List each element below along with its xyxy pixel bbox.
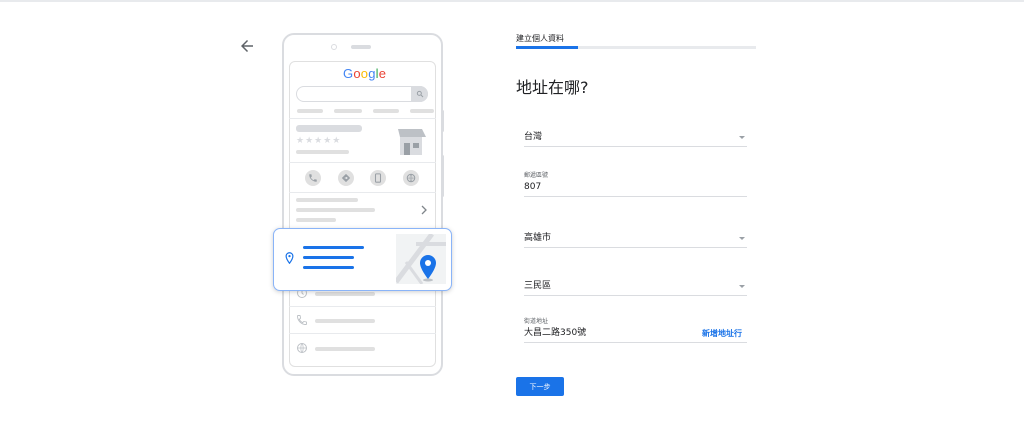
logo-letter: o bbox=[353, 66, 361, 81]
search-icon bbox=[416, 90, 424, 98]
globe-icon bbox=[406, 173, 416, 183]
phone-call-button bbox=[305, 170, 321, 186]
map-thumbnail bbox=[396, 234, 446, 284]
phone-tab-placeholder bbox=[410, 109, 434, 113]
top-border bbox=[0, 0, 1024, 2]
phone-text-placeholder bbox=[315, 292, 375, 296]
phone-tab-placeholder bbox=[334, 109, 362, 113]
phone-text-placeholder bbox=[296, 218, 336, 222]
card-address-line bbox=[303, 266, 354, 269]
map-pin-icon bbox=[420, 255, 436, 282]
globe-icon bbox=[297, 343, 307, 353]
phone-camera bbox=[331, 44, 337, 50]
phone-website-button bbox=[403, 170, 419, 186]
phone-divider bbox=[289, 118, 436, 119]
next-button[interactable]: 下一步 bbox=[516, 377, 564, 396]
phone-tab-placeholder bbox=[373, 109, 399, 113]
phone-text-placeholder bbox=[315, 319, 375, 323]
step-label: 建立個人資料 bbox=[516, 34, 564, 43]
phone-text-placeholder bbox=[296, 198, 358, 202]
logo-letter: g bbox=[368, 66, 376, 81]
country-value: 台灣 bbox=[524, 132, 543, 142]
progress-fill bbox=[516, 46, 579, 49]
mobile-icon bbox=[374, 173, 382, 183]
phone-icon bbox=[297, 315, 307, 325]
district-value: 三民區 bbox=[524, 281, 552, 291]
location-pin-icon bbox=[285, 252, 294, 264]
back-arrow-icon[interactable] bbox=[238, 37, 256, 55]
logo-letter: G bbox=[343, 66, 354, 81]
dropdown-arrow-icon bbox=[739, 237, 745, 240]
dropdown-arrow-icon bbox=[739, 136, 745, 139]
phone-speaker bbox=[351, 45, 371, 49]
phone-divider bbox=[289, 162, 436, 163]
phone-divider bbox=[289, 192, 436, 193]
phone-side-button bbox=[441, 155, 444, 197]
city-select[interactable]: 高雄市 bbox=[524, 224, 747, 248]
phone-divider bbox=[289, 333, 436, 334]
phone-search-button bbox=[411, 86, 428, 102]
district-select[interactable]: 三民區 bbox=[524, 272, 747, 296]
add-address-line-link[interactable]: 新增地址行 bbox=[702, 328, 742, 339]
phone-rating-stars: ★★★★★ bbox=[296, 136, 342, 146]
directions-icon bbox=[341, 173, 351, 183]
phone-text-placeholder bbox=[315, 347, 375, 351]
phone-mobile-button bbox=[370, 170, 386, 186]
phone-side-button bbox=[441, 110, 444, 132]
phone-directions-button bbox=[338, 170, 354, 186]
dropdown-arrow-icon bbox=[739, 285, 745, 288]
phone-tab-placeholder bbox=[297, 109, 323, 113]
phone-search-box bbox=[296, 86, 428, 102]
phone-text-placeholder bbox=[296, 150, 349, 154]
phone-text-placeholder bbox=[296, 208, 375, 212]
postal-code-field[interactable]: 807 bbox=[524, 173, 747, 197]
logo-letter: e bbox=[378, 66, 387, 81]
google-logo: Google bbox=[343, 66, 386, 81]
page-title: 地址在哪? bbox=[516, 78, 589, 97]
phone-title-placeholder bbox=[296, 125, 362, 132]
city-value: 高雄市 bbox=[524, 233, 552, 243]
country-select[interactable]: 台灣 bbox=[524, 123, 747, 147]
phone-icon bbox=[309, 174, 317, 182]
card-address-line bbox=[303, 246, 364, 249]
store-icon bbox=[398, 129, 426, 155]
card-address-line bbox=[303, 256, 354, 259]
chevron-right-icon bbox=[421, 205, 427, 215]
street-value: 大昌二路350號 bbox=[524, 328, 587, 338]
phone-divider bbox=[289, 306, 436, 307]
postal-value: 807 bbox=[524, 182, 542, 192]
